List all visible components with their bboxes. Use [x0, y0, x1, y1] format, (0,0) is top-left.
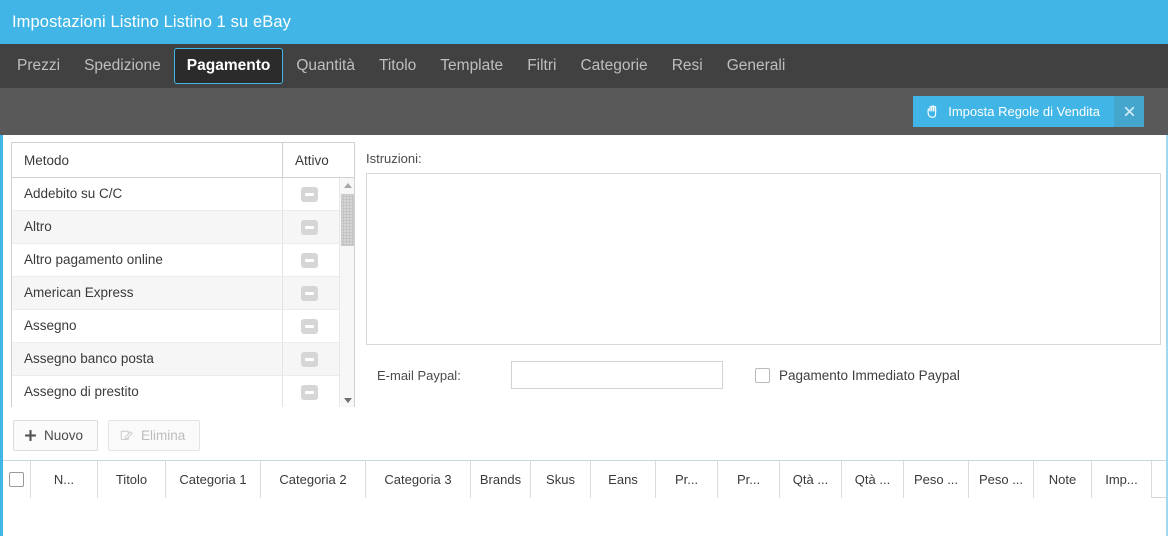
tab-quantit-[interactable]: Quantità	[285, 50, 366, 82]
items-column-header[interactable]: Peso ...	[904, 461, 969, 498]
minus-icon	[305, 324, 314, 328]
payment-methods-panel: Metodo Attivo Addebito su C/C Altro Altro …	[11, 142, 355, 407]
select-all-cell	[3, 461, 31, 498]
items-column-header[interactable]: Peso ...	[969, 461, 1034, 498]
select-all-checkbox[interactable]	[9, 472, 24, 487]
immediate-payment-checkbox[interactable]	[755, 367, 770, 383]
methods-scrollbar[interactable]	[339, 178, 354, 407]
table-row[interactable]: Assegno banco posta	[12, 343, 354, 376]
table-row[interactable]: Addebito su C/C	[12, 178, 354, 211]
scrollbar-thumb[interactable]	[341, 194, 354, 246]
payment-methods-body: Addebito su C/C Altro Altro pagamento onli…	[12, 178, 354, 407]
cell-metodo: Altro	[12, 211, 283, 243]
close-sales-rules-button[interactable]	[1114, 96, 1144, 127]
paypal-row: E-mail Paypal: Pagamento Immediato Paypa…	[366, 360, 1161, 390]
content-area: Metodo Attivo Addebito su C/C Altro Altro …	[0, 135, 1168, 536]
tab-titolo[interactable]: Titolo	[368, 50, 427, 82]
listing-settings-window: Impostazioni Listino Listino 1 su eBay P…	[0, 0, 1168, 536]
new-button[interactable]: Nuovo	[13, 420, 99, 451]
active-toggle-checkbox[interactable]	[301, 384, 318, 400]
main-tab-bar: Prezzi Spedizione Pagamento Quantità Titolo T…	[0, 44, 1168, 88]
items-column-header[interactable]: Note	[1034, 461, 1092, 498]
tab-prezzi[interactable]: Prezzi	[6, 50, 71, 82]
items-grid-header: N... Titolo Categoria 1 Categoria 2 Categori…	[3, 461, 1166, 498]
items-column-header[interactable]: Qtà ...	[842, 461, 904, 498]
active-toggle-checkbox[interactable]	[301, 351, 318, 367]
table-row[interactable]: American Express	[12, 277, 354, 310]
cell-metodo: American Express	[12, 277, 283, 309]
minus-icon	[305, 192, 314, 196]
items-column-header[interactable]: Skus	[531, 461, 591, 498]
immediate-payment-label: Pagamento Immediato Paypal	[779, 367, 960, 383]
table-row[interactable]: Altro	[12, 211, 354, 244]
delete-button-label: Elimina	[141, 428, 186, 443]
instructions-textarea[interactable]	[366, 173, 1161, 345]
items-column-header[interactable]: Categoria 3	[366, 461, 471, 498]
tab-resi[interactable]: Resi	[661, 50, 714, 82]
tab-generali[interactable]: Generali	[716, 50, 797, 82]
items-column-header[interactable]: Categoria 1	[166, 461, 261, 498]
immediate-payment-group: Pagamento Immediato Paypal	[755, 367, 960, 383]
items-column-header[interactable]: Pr...	[656, 461, 718, 498]
cell-metodo: Assegno banco posta	[12, 343, 283, 375]
active-toggle-checkbox[interactable]	[301, 252, 318, 268]
items-column-header[interactable]: Qtà ...	[780, 461, 842, 498]
window-title-bar: Impostazioni Listino Listino 1 su eBay	[0, 0, 1168, 44]
column-header-metodo[interactable]: Metodo	[12, 143, 283, 177]
delete-button[interactable]: Elimina	[108, 420, 201, 451]
plus-icon	[24, 429, 37, 442]
column-header-attivo[interactable]: Attivo	[283, 143, 354, 177]
minus-icon	[305, 291, 314, 295]
active-toggle-checkbox[interactable]	[301, 219, 318, 235]
action-toolbar: Imposta Regole di Vendita	[0, 88, 1168, 135]
close-x-icon	[1123, 105, 1136, 118]
minus-icon	[305, 225, 314, 229]
items-column-header[interactable]: Brands	[471, 461, 531, 498]
minus-icon	[305, 390, 314, 394]
items-column-header[interactable]: Titolo	[98, 461, 166, 498]
edit-pencil-icon	[119, 429, 134, 443]
active-toggle-checkbox[interactable]	[301, 186, 318, 202]
items-column-header[interactable]: Eans	[591, 461, 656, 498]
new-button-label: Nuovo	[44, 428, 84, 443]
items-grid-body	[3, 498, 1166, 536]
tab-categorie[interactable]: Categorie	[569, 50, 658, 82]
instructions-label: Istruzioni:	[366, 151, 422, 166]
sales-rules-control: Imposta Regole di Vendita	[913, 96, 1144, 127]
cell-metodo: Altro pagamento online	[12, 244, 283, 276]
record-actions: Nuovo Elimina	[13, 420, 201, 451]
minus-icon	[305, 357, 314, 361]
hand-icon	[925, 104, 940, 119]
chevron-down-icon	[343, 397, 352, 403]
scrollbar-up-arrow[interactable]	[340, 178, 354, 192]
minus-icon	[305, 258, 314, 262]
items-column-header[interactable]: Imp...	[1092, 461, 1152, 498]
set-sales-rules-button[interactable]: Imposta Regole di Vendita	[913, 96, 1114, 127]
active-toggle-checkbox[interactable]	[301, 285, 318, 301]
tab-pagamento[interactable]: Pagamento	[173, 48, 284, 84]
table-row[interactable]: Assegno di prestito	[12, 376, 354, 407]
tab-template[interactable]: Template	[429, 50, 514, 82]
tab-spedizione[interactable]: Spedizione	[73, 50, 172, 82]
chevron-up-icon	[343, 182, 352, 188]
paypal-email-label: E-mail Paypal:	[377, 367, 461, 383]
paypal-email-input[interactable]	[511, 361, 723, 389]
items-column-header[interactable]: Categoria 2	[261, 461, 366, 498]
items-column-header[interactable]: N...	[31, 461, 98, 498]
cell-metodo: Addebito su C/C	[12, 178, 283, 210]
scrollbar-down-arrow[interactable]	[340, 393, 354, 407]
set-sales-rules-label: Imposta Regole di Vendita	[948, 104, 1100, 119]
tab-filtri[interactable]: Filtri	[516, 50, 567, 82]
payment-methods-header: Metodo Attivo	[12, 143, 354, 178]
cell-metodo: Assegno	[12, 310, 283, 342]
items-column-header[interactable]: Pr...	[718, 461, 780, 498]
table-row[interactable]: Altro pagamento online	[12, 244, 354, 277]
active-toggle-checkbox[interactable]	[301, 318, 318, 334]
table-row[interactable]: Assegno	[12, 310, 354, 343]
window-title: Impostazioni Listino Listino 1 su eBay	[12, 12, 291, 31]
items-grid: N... Titolo Categoria 1 Categoria 2 Categori…	[3, 460, 1166, 536]
cell-metodo: Assegno di prestito	[12, 376, 283, 407]
